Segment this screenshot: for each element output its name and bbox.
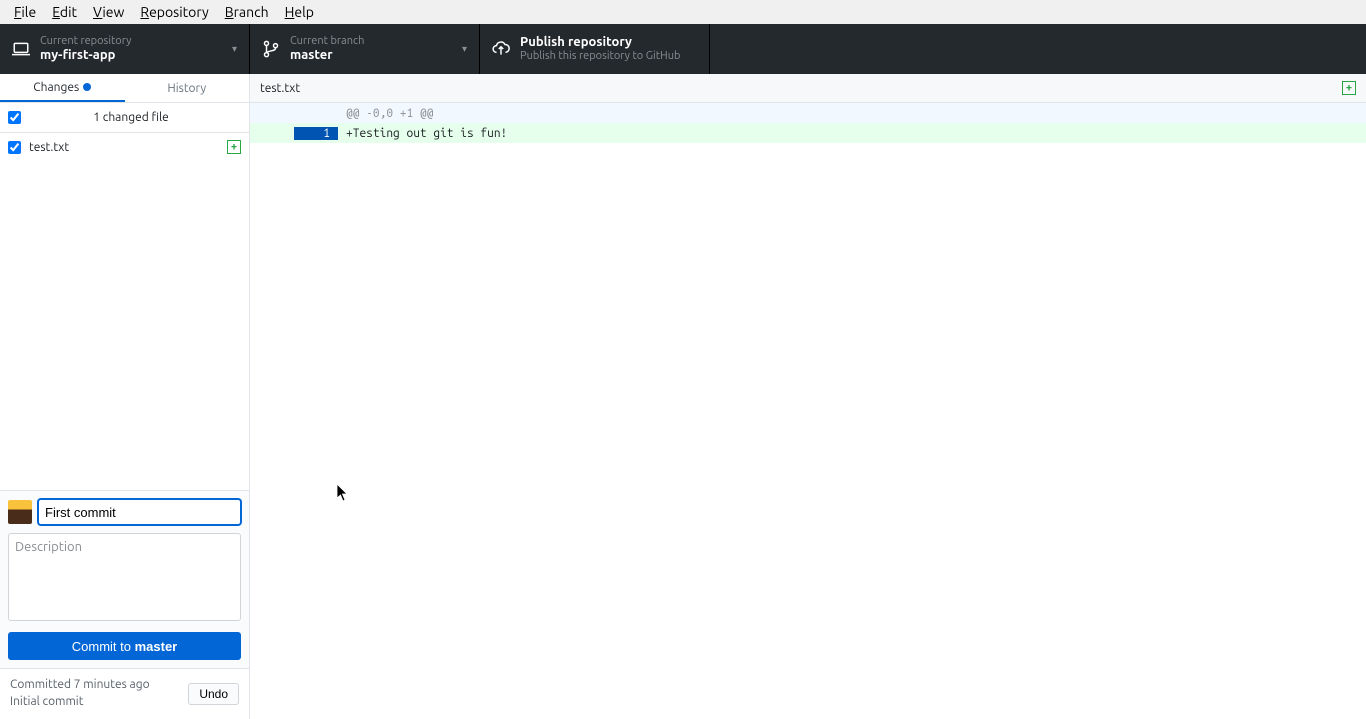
undo-button[interactable]: Undo <box>188 683 239 705</box>
repo-label: Current repository <box>40 35 131 48</box>
toolbar: Current repository my-first-app ▾ Curren… <box>0 24 1366 74</box>
last-commit-time: Committed 7 minutes ago <box>10 677 150 694</box>
diff-header: test.txt + <box>250 74 1366 103</box>
menu-branch[interactable]: Branch <box>217 2 277 22</box>
commit-button[interactable]: Commit to master <box>8 632 241 660</box>
file-checkbox[interactable] <box>8 141 21 154</box>
diff-content: @@ -0,0 +1 @@ 1 +Testing out git is fun! <box>250 103 1366 143</box>
sidebar-tabs: Changes History <box>0 74 249 103</box>
menu-repository[interactable]: Repository <box>132 2 216 22</box>
laptop-icon <box>12 40 30 58</box>
cloud-upload-icon <box>492 40 510 58</box>
commit-summary-input[interactable] <box>38 499 241 525</box>
publish-subtitle: Publish this repository to GitHub <box>520 50 680 63</box>
tab-changes-label: Changes <box>33 81 79 94</box>
file-name: test.txt <box>29 141 227 154</box>
branch-name: master <box>290 48 364 64</box>
changes-dot-icon <box>83 83 91 91</box>
tab-history[interactable]: History <box>125 74 250 102</box>
changes-count: 1 changed file <box>21 111 241 124</box>
avatar <box>8 500 32 524</box>
publish-repository-button[interactable]: Publish repository Publish this reposito… <box>480 24 710 74</box>
changed-files-list: test.txt + <box>0 133 249 161</box>
commit-form: Commit to master <box>0 490 249 668</box>
last-commit-notice: Committed 7 minutes ago Initial commit U… <box>0 668 249 719</box>
chevron-down-icon: ▾ <box>232 43 237 55</box>
commit-description-input[interactable] <box>8 533 241 621</box>
git-branch-icon <box>262 40 280 58</box>
repo-name: my-first-app <box>40 48 131 64</box>
current-branch-dropdown[interactable]: Current branch master ▾ <box>250 24 480 74</box>
menu-file[interactable]: File <box>6 2 44 22</box>
current-repository-dropdown[interactable]: Current repository my-first-app ▾ <box>0 24 250 74</box>
tab-changes[interactable]: Changes <box>0 74 125 102</box>
last-commit-message: Initial commit <box>10 694 150 711</box>
file-item[interactable]: test.txt + <box>0 133 249 161</box>
menu-view[interactable]: View <box>85 2 132 22</box>
diff-filename: test.txt <box>260 82 1342 95</box>
tab-history-label: History <box>167 82 206 95</box>
sidebar: Changes History 1 changed file test.txt … <box>0 74 250 719</box>
diff-hunk-header: @@ -0,0 +1 @@ <box>250 103 1366 123</box>
publish-title: Publish repository <box>520 35 680 51</box>
diff-line-added[interactable]: 1 +Testing out git is fun! <box>250 123 1366 143</box>
chevron-down-icon: ▾ <box>462 43 467 55</box>
file-added-icon: + <box>1342 81 1356 95</box>
file-added-icon: + <box>227 140 241 154</box>
menu-help[interactable]: Help <box>277 2 322 22</box>
branch-label: Current branch <box>290 35 364 48</box>
menu-edit[interactable]: Edit <box>44 2 85 22</box>
menubar: File Edit View Repository Branch Help <box>0 0 1366 24</box>
select-all-checkbox[interactable] <box>8 111 21 124</box>
diff-panel: test.txt + @@ -0,0 +1 @@ 1 +Testing out … <box>250 74 1366 719</box>
changes-header: 1 changed file <box>0 103 249 133</box>
